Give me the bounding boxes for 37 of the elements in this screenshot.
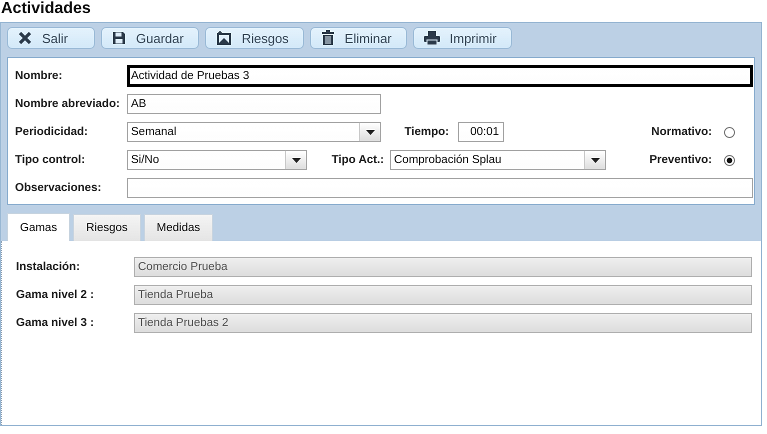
dropdown[interactable]: Si/No xyxy=(127,150,307,170)
text-field[interactable]: AB xyxy=(127,94,381,114)
field-label: Tipo control: xyxy=(15,154,86,166)
field-label: Observaciones: xyxy=(15,182,102,194)
field-label: Preventivo: xyxy=(648,154,712,166)
caret-icon xyxy=(292,158,300,162)
toolbar-button[interactable]: Salir xyxy=(7,27,95,49)
toolbar-button[interactable]: Eliminar xyxy=(310,27,407,49)
toolbar-button[interactable]: Riesgos xyxy=(204,27,304,49)
text-field[interactable] xyxy=(127,178,753,198)
window-title: Actividades xyxy=(0,0,92,19)
radio-button[interactable] xyxy=(724,126,735,138)
printer-icon xyxy=(424,31,440,45)
toolbar-button[interactable]: Imprimir xyxy=(412,27,512,49)
trash-icon xyxy=(320,30,335,46)
field-label: Gama nivel 2 : xyxy=(16,289,95,301)
caret-icon xyxy=(590,158,600,162)
field-label: Instalación: xyxy=(16,261,81,273)
field-label: Normativo: xyxy=(650,126,712,138)
radio-button[interactable] xyxy=(724,154,735,166)
text-field[interactable]: Actividad de Pruebas 3 xyxy=(127,65,753,87)
image-frame-icon xyxy=(216,30,232,46)
field-label: Tiempo: xyxy=(403,126,449,138)
field-label: Periodicidad: xyxy=(15,126,89,138)
field-label: Tipo Act.: xyxy=(330,154,384,166)
close-icon xyxy=(18,31,32,45)
tab[interactable]: Gamas xyxy=(7,213,70,241)
toolbar-button[interactable]: Guardar xyxy=(101,27,199,49)
dropdown[interactable]: Semanal xyxy=(127,122,381,142)
caret-icon xyxy=(366,130,374,134)
tab[interactable]: Medidas xyxy=(144,214,214,241)
dropdown[interactable]: Comprobación Splau xyxy=(390,150,606,170)
field-label: Nombre: xyxy=(15,70,64,82)
time-field[interactable]: 00:01 xyxy=(458,122,504,142)
tab[interactable]: Riesgos xyxy=(73,214,141,241)
field-label: Gama nivel 3 : xyxy=(16,317,95,329)
field-label: Nombre abreviado: xyxy=(15,98,121,110)
